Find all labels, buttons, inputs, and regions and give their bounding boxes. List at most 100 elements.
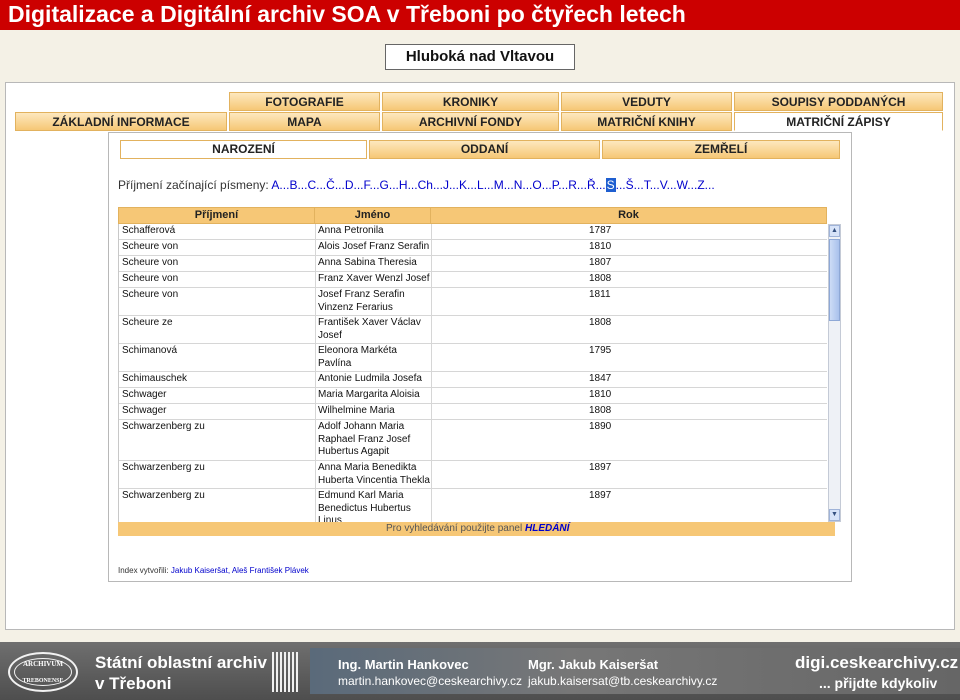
scroll-thumb[interactable] xyxy=(829,239,840,321)
letter-link[interactable]: M xyxy=(494,178,504,192)
table-row[interactable]: Schwarzenberg zu Edmund Karl Maria Benedic… xyxy=(119,489,827,522)
search-panel-link[interactable]: HLEDÁNÍ xyxy=(525,523,569,534)
org-line-2: v Třeboni xyxy=(95,674,172,693)
cell-year: 1808 xyxy=(589,405,612,416)
index-credits: Index vytvořili: Jakub Kaiseršat, Aleš F… xyxy=(118,566,309,575)
letter-link[interactable]: R xyxy=(568,178,577,192)
given-name-line: Adolf Johann Maria xyxy=(318,421,405,432)
letter-link[interactable]: Č xyxy=(326,178,335,192)
cell-surname: Schwarzenberg zu xyxy=(122,462,205,473)
letter-link[interactable]: O xyxy=(532,178,541,192)
cell-surname: Scheure von xyxy=(122,241,179,252)
given-name-line: Josef xyxy=(318,329,342,341)
letter-link[interactable]: V xyxy=(660,178,667,192)
cell-year: 1847 xyxy=(589,373,612,384)
letter-link[interactable]: S xyxy=(605,178,616,192)
cell-given-names: Josef Franz Serafin Vinzenz Ferarius xyxy=(318,289,436,314)
given-name-line: Alois Josef Franz Serafin xyxy=(318,241,430,252)
contact-1: Ing. Martin Hankovec martin.hankovec@ces… xyxy=(338,656,522,690)
cell-given-names: Edmund Karl Maria Benedictus Hubertus Linu… xyxy=(318,490,436,522)
credits-names[interactable]: Jakub Kaiseršat, Aleš František Plávek xyxy=(171,566,309,575)
tab-mapa[interactable]: MAPA xyxy=(229,112,380,131)
given-name-line: Anna Petronila xyxy=(318,225,384,236)
tab-kroniky[interactable]: KRONIKY xyxy=(382,92,559,111)
letter-link[interactable]: G xyxy=(380,178,389,192)
given-name-line: Benedictus Hubertus xyxy=(318,502,411,514)
tab-veduty[interactable]: VEDUTY xyxy=(561,92,732,111)
cell-surname: Schwarzenberg zu xyxy=(122,421,205,432)
table-row[interactable]: Schimauschek Antonie Ludmila Josefa 1847 xyxy=(119,372,827,388)
cell-given-names: Adolf Johann Maria Raphael Franz Josef Hub… xyxy=(318,421,436,459)
letter-link[interactable]: D xyxy=(345,178,354,192)
website: digi.ceskearchivy.cz ... přijdte kdykoli… xyxy=(795,652,958,694)
cell-surname: Schwager xyxy=(122,389,167,400)
scroll-down-icon[interactable]: ▼ xyxy=(829,509,840,521)
table-row[interactable]: Schafferová Anna Petronila 1787 xyxy=(119,224,827,240)
cell-surname: Scheure von xyxy=(122,257,179,268)
table-row[interactable]: Scheure von Josef Franz Serafin Vinzenz Fe… xyxy=(119,288,827,316)
cell-year: 1787 xyxy=(589,225,612,236)
given-name-line: Maria Margarita Aloisia xyxy=(318,389,420,400)
place-title: Hluboká nad Vltavou xyxy=(385,44,575,70)
website-tagline: ... přijdte kdykoliv xyxy=(819,675,938,691)
cell-year: 1808 xyxy=(589,317,612,328)
cell-year: 1807 xyxy=(589,257,612,268)
letter-link[interactable]: Ch xyxy=(418,178,433,192)
given-name-line: Anna Maria Benedikta xyxy=(318,462,417,473)
table-row[interactable]: Schwarzenberg zu Anna Maria Benedikta Hube… xyxy=(119,461,827,489)
cell-surname: Schafferová xyxy=(122,225,176,236)
cell-given-names: Alois Josef Franz Serafin xyxy=(318,241,436,254)
cell-surname: Schwager xyxy=(122,405,167,416)
tab-soupisy-poddanych[interactable]: SOUPISY PODDANÝCH xyxy=(734,92,943,111)
given-name-line: František Xaver Václav xyxy=(318,317,421,328)
tab-archivni-fondy[interactable]: ARCHIVNÍ FONDY xyxy=(382,112,559,131)
cell-surname: Scheure von xyxy=(122,289,179,300)
cell-surname: Scheure ze xyxy=(122,317,173,328)
table-row[interactable]: Scheure von Anna Sabina Theresia 1807 xyxy=(119,256,827,272)
table-row[interactable]: Schwager Wilhelmine Maria 1808 xyxy=(119,404,827,420)
letter-link[interactable]: W xyxy=(677,178,688,192)
letter-link[interactable]: K xyxy=(459,178,467,192)
footer-text: Pro vyhledávání použijte panel xyxy=(386,523,523,534)
scroll-up-icon[interactable]: ▲ xyxy=(829,225,840,237)
given-name-line: Antonie Ludmila Josefa xyxy=(318,373,422,384)
given-name-line: Linus xyxy=(318,515,342,522)
table-row[interactable]: Schwager Maria Margarita Aloisia 1810 xyxy=(119,388,827,404)
cell-given-names: Wilhelmine Maria xyxy=(318,405,436,418)
table-row[interactable]: Schwarzenberg zu Adolf Johann Maria Raphae… xyxy=(119,420,827,461)
letter-link[interactable]: Z xyxy=(697,178,704,192)
table-row[interactable]: Scheure von Alois Josef Franz Serafin 1810 xyxy=(119,240,827,256)
slide-footer: ARCHIVUM TREBONENSE Státní oblastní arch… xyxy=(0,642,960,700)
letter-link[interactable]: L xyxy=(477,178,484,192)
tab-fotografie[interactable]: FOTOGRAFIE xyxy=(229,92,380,111)
given-name-line: Anna Sabina Theresia xyxy=(318,257,417,268)
letter-link[interactable]: Š xyxy=(626,178,634,192)
organization-name: Státní oblastní archiv v Třeboni xyxy=(95,652,267,694)
letter-link[interactable]: Ř xyxy=(587,178,596,192)
tab-matricni-knihy[interactable]: MATRIČNÍ KNIHY xyxy=(561,112,732,131)
contact-2-email: jakub.kaisersat@tb.ceskearchivy.cz xyxy=(528,674,718,688)
tab-matricni-zapisy[interactable]: MATRIČNÍ ZÁPISY xyxy=(734,112,943,131)
cell-given-names: Anna Petronila xyxy=(318,225,436,238)
table-row[interactable]: Schimanová Eleonora Markéta Pavlína 1795 xyxy=(119,344,827,372)
subtab-zemreli[interactable]: ZEMŘELÍ xyxy=(602,140,840,159)
table-row[interactable]: Scheure von Franz Xaver Wenzl Josef 1808 xyxy=(119,272,827,288)
column-header-name: Jméno xyxy=(315,208,431,223)
cell-surname: Schimauschek xyxy=(122,373,188,384)
letter-link[interactable]: C xyxy=(307,178,316,192)
table-scrollbar[interactable]: ▲ ▼ xyxy=(828,224,841,522)
cell-year: 1808 xyxy=(589,273,612,284)
letter-link[interactable]: H xyxy=(399,178,408,192)
website-url: digi.ceskearchivy.cz xyxy=(795,653,959,672)
table-footer: Pro vyhledávání použijte panel HLEDÁNÍ xyxy=(118,522,835,536)
cell-year: 1890 xyxy=(589,421,612,432)
subtab-oddani[interactable]: ODDANÍ xyxy=(369,140,600,159)
contact-1-email: martin.hankovec@ceskearchivy.cz xyxy=(338,674,523,688)
table-row[interactable]: Scheure ze František Xaver Václav Josef 180… xyxy=(119,316,827,344)
subtab-narozeni[interactable]: NAROZENÍ xyxy=(120,140,367,159)
cell-year: 1897 xyxy=(589,490,612,501)
tab-zakladni-informace[interactable]: ZÁKLADNÍ INFORMACE xyxy=(15,112,227,131)
cell-year: 1810 xyxy=(589,389,612,400)
column-header-surname: Příjmení xyxy=(119,208,315,223)
cell-year: 1811 xyxy=(589,289,611,300)
